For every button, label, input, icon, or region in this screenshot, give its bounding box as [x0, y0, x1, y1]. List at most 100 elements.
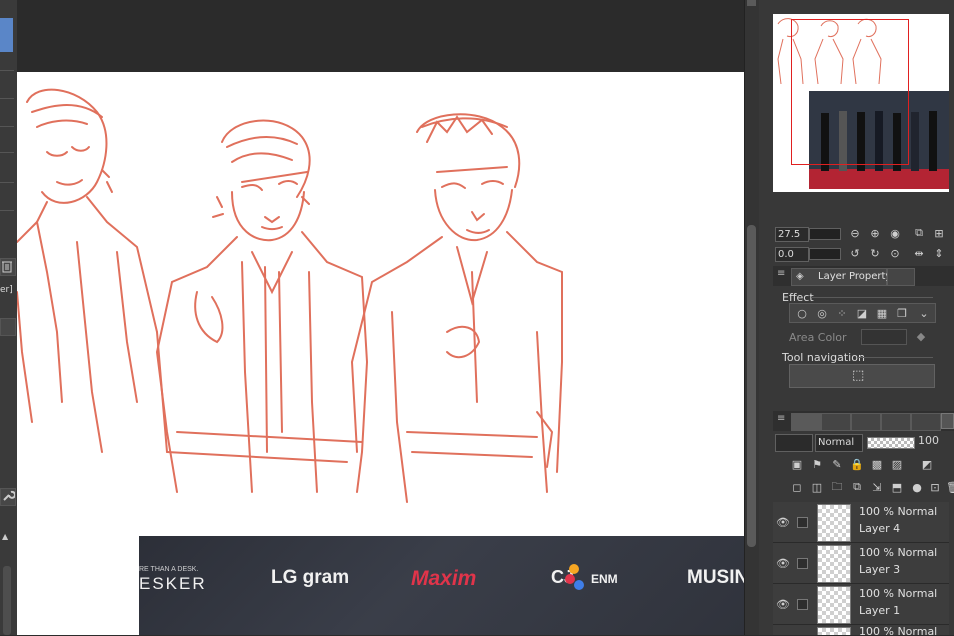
opacity-value[interactable]: 100	[918, 434, 939, 447]
layer-property-tab-icon: ◈	[796, 271, 804, 282]
copy-layer-icon[interactable]: ⧉	[849, 479, 865, 495]
selected-tool-indicator[interactable]	[0, 18, 13, 52]
draft-icon[interactable]: ✎	[829, 456, 845, 472]
reference-icon[interactable]: ⚑	[809, 456, 825, 472]
eye-icon[interactable]: 👁	[776, 557, 790, 570]
area-color-swatch[interactable]	[861, 329, 907, 345]
tab-secondary[interactable]	[887, 268, 915, 286]
layer-row-partial[interactable]: 100 % Normal	[773, 625, 949, 636]
layer-blend-info: 100 % Normal	[859, 625, 938, 636]
new-raster-layer-icon[interactable]: ◻	[789, 479, 805, 495]
tab-layer-property-label: Layer Property	[818, 271, 892, 282]
banner-logo-enm: ENM	[591, 572, 618, 586]
layer-blend-info: 100 % Normal	[859, 546, 938, 559]
layer-select-checkbox[interactable]	[797, 517, 808, 528]
layer-color-dropdown[interactable]	[775, 434, 813, 452]
opacity-slider[interactable]	[867, 437, 915, 449]
mask-icon[interactable]: ▨	[889, 456, 905, 472]
layer-toolbar-row-2: ◻ ◫ 🗀 ⧉ ⇲ ⬒ ● ⊡ 🗑	[789, 479, 954, 497]
layer-toolbar-row-1: ▣ ⚑ ✎ 🔒 ▩ ▨ ◩	[789, 456, 949, 474]
banner-logo-lg: LG gram	[271, 567, 350, 588]
zoom-in-icon[interactable]: ⊕	[867, 225, 883, 241]
layer-blend-info: 100 % Normal	[859, 505, 938, 518]
layer-blend-info: 100 % Normal	[859, 587, 938, 600]
navigator-preview[interactable]	[773, 14, 949, 192]
rotate-value-field[interactable]: 0.0	[775, 247, 809, 262]
scroll-up-icon[interactable]: ▲	[2, 532, 12, 542]
banner-logo-text: RE THAN A DESK.	[139, 566, 199, 573]
navigator-view-frame[interactable]	[791, 19, 909, 165]
layer-row-4[interactable]: 👁 100 % Normal Layer 4	[773, 502, 949, 543]
tab-layers[interactable]	[791, 413, 821, 431]
trash-icon[interactable]: 🗑	[945, 479, 954, 495]
actual-size-icon[interactable]: ⊞	[931, 225, 947, 241]
mask-add-icon[interactable]: ●	[909, 479, 925, 495]
layer-row-1[interactable]: 👁 100 % Normal Layer 1	[773, 584, 949, 625]
transfer-icon[interactable]: ⬒	[889, 479, 905, 495]
cj-dot-orange	[569, 564, 579, 574]
rotate-slider[interactable]	[809, 248, 841, 260]
figure	[911, 112, 919, 171]
lock-icon[interactable]: 🔒	[849, 456, 865, 472]
fit-window-icon[interactable]: ⧉	[911, 225, 927, 241]
new-folder-icon[interactable]: 🗀	[829, 479, 845, 495]
layer-name: Layer 4	[859, 522, 901, 535]
lock-transparency-icon[interactable]: ▩	[869, 456, 885, 472]
right-panel: 27.5 ⊖ ⊕ ◉ ⧉ ⊞ 0.0 ↺ ↻ ⊙ ⇹ ⇕ ≡ ◈ Layer P…	[759, 0, 954, 636]
zoom-slider[interactable]	[809, 228, 841, 240]
canvas-area[interactable]: RE THAN A DESK. ESKER LG gram Maxim CJ E…	[17, 0, 744, 635]
tab-undo[interactable]	[851, 413, 881, 431]
delete-mask-icon[interactable]: ⊡	[927, 479, 943, 495]
layer-thumbnail	[817, 586, 851, 624]
ruler-icon[interactable]: ◩	[919, 456, 935, 472]
stack-effect-icon[interactable]: ❐	[894, 305, 910, 321]
layer-select-checkbox[interactable]	[797, 558, 808, 569]
chevron-down-icon[interactable]	[941, 413, 954, 429]
layer-row-3[interactable]: 👁 100 % Normal Layer 3	[773, 543, 949, 584]
tab-search[interactable]	[881, 413, 911, 431]
figure	[929, 111, 937, 171]
grid-effect-icon[interactable]: ▦	[874, 305, 890, 321]
eye-icon[interactable]: 👁	[776, 598, 790, 611]
tab-history[interactable]	[821, 413, 851, 431]
reset-rotation-icon[interactable]: ⊙	[887, 245, 903, 261]
banner-logo-musin: MUSIN	[687, 567, 744, 588]
tone-effect-icon[interactable]: ⁘	[834, 305, 850, 321]
tool-navigation-icon: ⬚	[852, 368, 865, 383]
blend-mode-dropdown[interactable]: Normal	[815, 434, 863, 452]
divider	[0, 70, 14, 71]
partial-label: er]	[0, 285, 13, 295]
trash-icon[interactable]	[0, 258, 16, 276]
cj-dot-blue	[574, 580, 584, 590]
color-effect-icon[interactable]: ◎	[814, 305, 830, 321]
canvas-vertical-scrollbar[interactable]	[744, 0, 759, 635]
new-vector-layer-icon[interactable]: ◫	[809, 479, 825, 495]
panel-menu-icon[interactable]: ≡	[777, 268, 785, 279]
flip-horizontal-icon[interactable]: ⇹	[911, 245, 927, 261]
fill-bucket-icon[interactable]: ◆	[913, 328, 929, 344]
border-effect-icon[interactable]: ○	[794, 305, 810, 321]
wrench-icon[interactable]	[0, 488, 16, 506]
eye-icon[interactable]: 👁	[776, 516, 790, 529]
flip-vertical-icon[interactable]: ⇕	[931, 245, 947, 261]
rotate-left-icon[interactable]: ↺	[847, 245, 863, 261]
zoom-value-field[interactable]: 27.5	[775, 227, 809, 242]
lock-icon[interactable]	[0, 318, 16, 336]
tab-materials[interactable]	[911, 413, 941, 431]
left-scrollbar[interactable]	[3, 566, 11, 635]
rotate-right-icon[interactable]: ↻	[867, 245, 883, 261]
tool-navigation-button[interactable]: ⬚	[789, 364, 935, 388]
zoom-out-icon[interactable]: ⊖	[847, 225, 863, 241]
clip-icon[interactable]: ▣	[789, 456, 805, 472]
layer-select-checkbox[interactable]	[797, 599, 808, 610]
fit-icon[interactable]: ◉	[887, 225, 903, 241]
merge-layer-icon[interactable]: ⇲	[869, 479, 885, 495]
scrollbar-thumb[interactable]	[747, 225, 756, 547]
scrollbar-top-cap[interactable]	[747, 0, 756, 6]
tab-layer-property[interactable]: ◈ Layer Property	[791, 268, 891, 286]
chevron-down-icon[interactable]: ⌄	[916, 305, 932, 321]
red-carpet	[809, 169, 949, 189]
panel-menu-icon[interactable]: ≡	[777, 413, 785, 424]
gradient-effect-icon[interactable]: ◪	[854, 305, 870, 321]
divider	[0, 210, 14, 211]
